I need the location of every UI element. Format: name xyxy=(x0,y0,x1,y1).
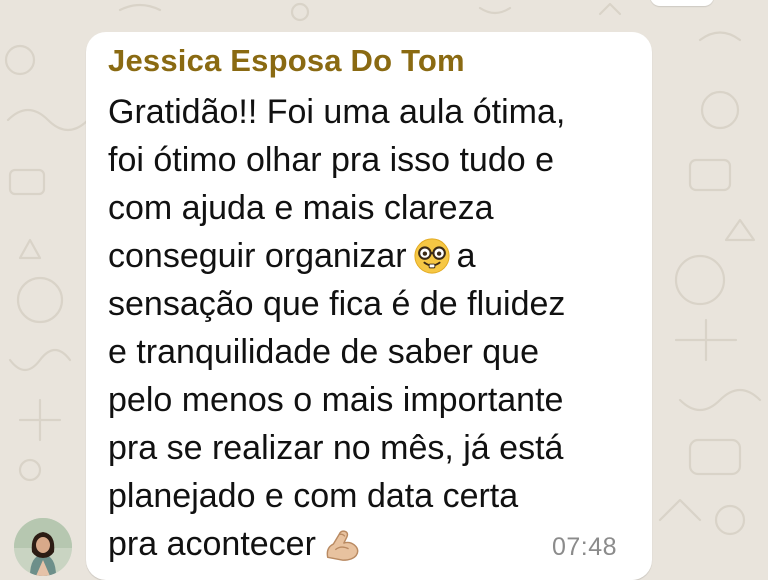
message-line-text: pra acontecer xyxy=(108,525,316,563)
flexed-biceps-emoji-icon xyxy=(326,530,359,561)
message-line: e tranquilidade de saber que xyxy=(108,333,539,371)
message-line-with-emoji: conseguir organizar a xyxy=(108,232,648,280)
sender-name[interactable]: Jessica Esposa Do Tom xyxy=(108,43,465,79)
message-timestamp: 07:48 xyxy=(552,533,618,561)
message-line: pelo menos o mais importante xyxy=(108,381,564,419)
message-line: sensação que fica é de fluidez xyxy=(108,285,566,323)
message-line: pra se realizar no mês, já está xyxy=(108,429,564,467)
message-line: planejado e com data certa xyxy=(108,477,519,515)
sender-avatar[interactable] xyxy=(14,518,72,576)
message-line: foi ótimo olhar pra isso tudo e xyxy=(108,141,555,179)
avatar-photo-icon xyxy=(14,518,72,576)
nerd-face-emoji-icon xyxy=(414,238,450,274)
message-line: com ajuda e mais clareza xyxy=(108,189,494,227)
message-text: Gratidão!! Foi uma aula ótima, foi ótimo… xyxy=(108,88,648,568)
previous-message-bubble xyxy=(650,0,714,6)
message-line-text: a xyxy=(456,237,476,275)
message-line: Gratidão!! Foi uma aula ótima, xyxy=(108,93,566,131)
message-line-text: conseguir organizar xyxy=(108,237,407,275)
